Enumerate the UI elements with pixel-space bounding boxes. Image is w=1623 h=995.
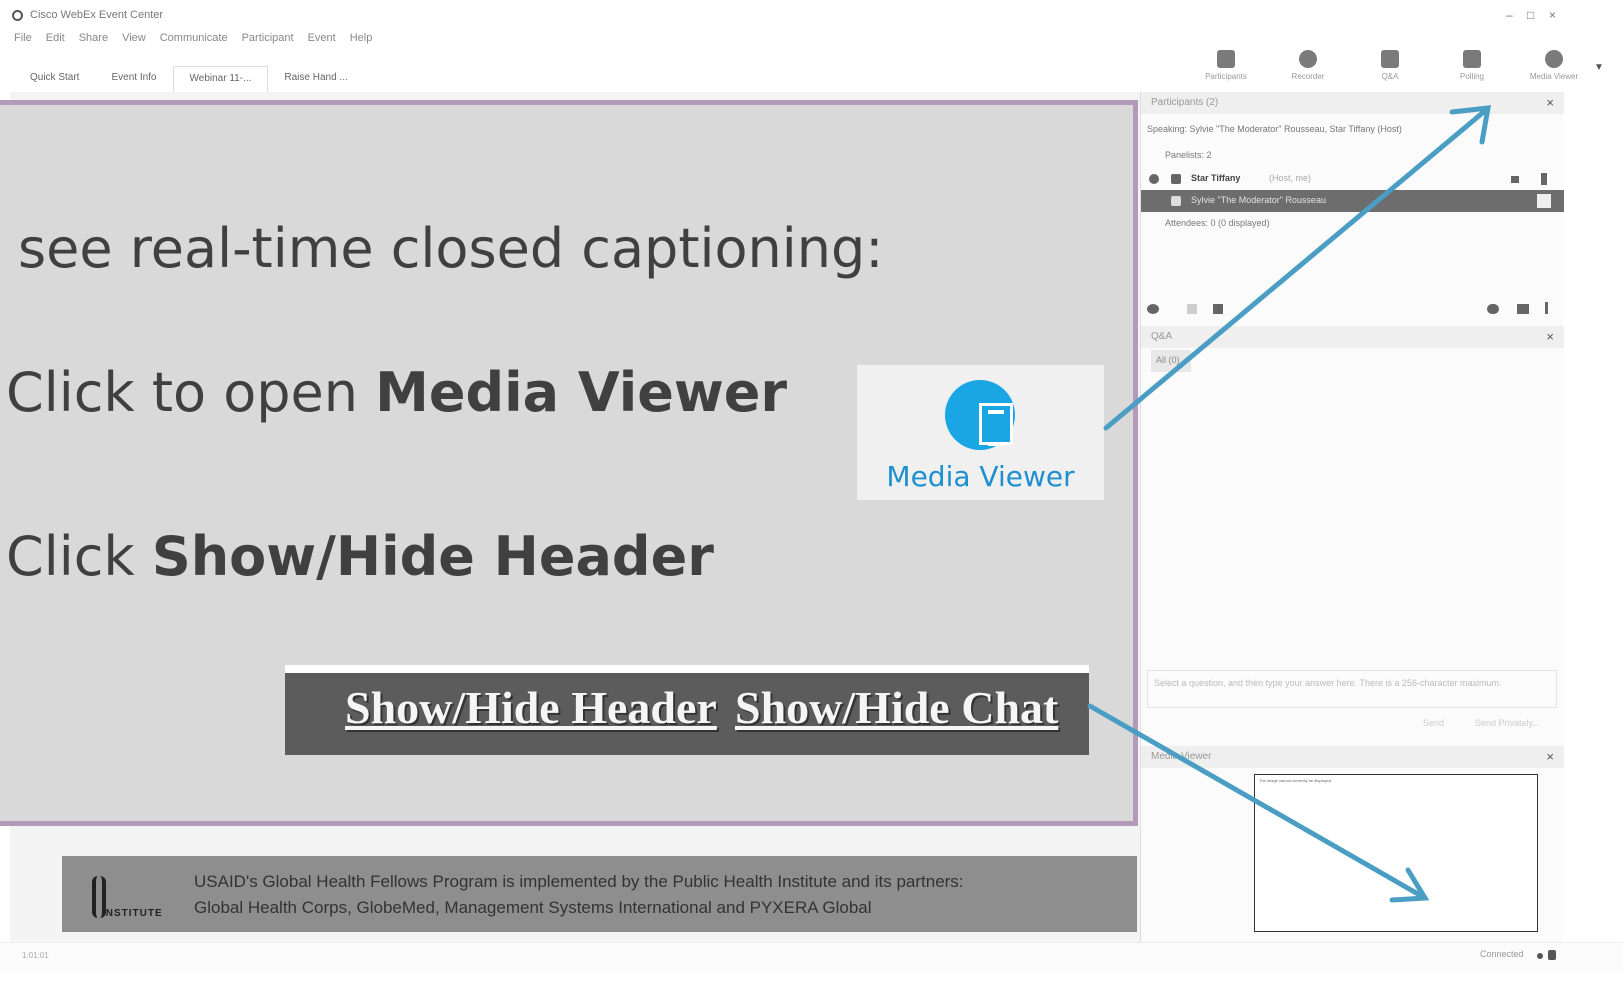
send-privately-button[interactable]: Send Privately... (1475, 718, 1540, 728)
panel-toolbar: Participants Recorder Q&A Polling Media … (1185, 50, 1595, 81)
menu-participant[interactable]: Participant (242, 32, 294, 52)
footer-line-2: Global Health Corps, GlobeMed, Managemen… (194, 898, 872, 917)
window-title: Cisco WebEx Event Center (30, 9, 164, 21)
tab-webinar[interactable]: Webinar 11-... (172, 66, 269, 92)
send-button[interactable]: Send (1423, 718, 1444, 728)
participants-icon (1217, 50, 1235, 68)
participants-panel-title: Participants (2) (1151, 97, 1219, 108)
menu-event[interactable]: Event (308, 32, 336, 52)
polling-label: Polling (1459, 72, 1484, 81)
mute-icon[interactable] (1187, 304, 1197, 314)
media-viewer-frame: The image cannot currently be displayed. (1254, 774, 1538, 932)
minimize-button[interactable]: – (1506, 8, 1513, 22)
media-viewer-panel-title: Media Viewer (1151, 751, 1212, 762)
participant-name: Star Tiffany (1191, 173, 1241, 183)
logo-text: INSTITUTE (102, 908, 163, 919)
instruction-line-2-bold: Media Viewer (375, 361, 788, 424)
slide-footer: INSTITUTE USAID's Global Health Fellows … (62, 856, 1137, 932)
session-tabs: Quick Start Event Info Webinar 11-... Ra… (14, 66, 364, 92)
participants-label: Participants (1205, 72, 1247, 81)
phone-icon (1171, 174, 1181, 184)
menu-help[interactable]: Help (350, 32, 373, 52)
media-viewer-error: The image cannot currently be displayed. (1259, 778, 1333, 783)
microphone-icon[interactable] (1537, 194, 1551, 208)
polling-icon (1463, 50, 1481, 68)
participant-name: Sylvie "The Moderator" Rousseau (1191, 195, 1326, 205)
qa-tab-all[interactable]: All (0) (1151, 350, 1191, 372)
invite-icon[interactable] (1147, 304, 1159, 314)
more-options-icon[interactable] (1545, 302, 1548, 314)
polling-button[interactable]: Polling (1431, 50, 1513, 81)
participants-button[interactable]: Participants (1185, 50, 1267, 81)
connection-indicator-icon (1537, 953, 1543, 959)
instruction-line-2-prefix: Click to open (6, 361, 376, 424)
close-media-viewer-icon[interactable]: × (1546, 749, 1554, 764)
attendees-label[interactable]: Attendees: 0 (0 displayed) (1165, 218, 1270, 228)
instruction-line-3-prefix: Click (6, 525, 152, 588)
speaking-indicator: Speaking: Sylvie "The Moderator" Roussea… (1147, 124, 1402, 134)
menu-communicate[interactable]: Communicate (160, 32, 228, 52)
qa-panel-title: Q&A (1151, 331, 1173, 342)
call-icon[interactable] (1213, 304, 1223, 314)
participants-panel-header[interactable]: Participants (2) × (1141, 92, 1564, 114)
chat-icon[interactable] (1487, 304, 1499, 314)
microphone-icon[interactable] (1541, 173, 1547, 185)
qa-answer-input[interactable]: Select a question, and then type your an… (1147, 670, 1557, 708)
media-viewer-callout-label: Media Viewer (886, 460, 1075, 493)
participant-controls (1147, 300, 1557, 318)
more-panels-chevron-icon[interactable]: ▼ (1594, 62, 1604, 73)
assign-presenter-icon[interactable] (1517, 304, 1529, 314)
instruction-line-3-bold: Show/Hide Header (151, 525, 714, 588)
recorder-icon (1299, 50, 1317, 68)
menu-file[interactable]: File (14, 32, 32, 52)
media-viewer-panel-header[interactable]: Media Viewer × (1141, 746, 1564, 768)
menu-share[interactable]: Share (79, 32, 108, 52)
webex-app-icon (12, 10, 23, 21)
close-qa-icon[interactable]: × (1546, 329, 1554, 344)
maximize-button[interactable]: □ (1527, 8, 1534, 22)
qa-panel-header[interactable]: Q&A × (1141, 326, 1564, 348)
instruction-line-1-text: see real-time closed captioning: (18, 217, 884, 280)
signal-icon (1511, 176, 1519, 183)
close-button[interactable]: × (1549, 8, 1556, 22)
side-panel: Participants (2) × Speaking: Sylvie "The… (1140, 92, 1564, 942)
tab-quick-start[interactable]: Quick Start (14, 66, 95, 92)
connection-status: Connected (1480, 949, 1524, 959)
qa-label: Q&A (1381, 72, 1399, 81)
media-viewer-callout: Media Viewer (857, 365, 1104, 500)
webex-status-icon (1149, 174, 1159, 184)
tab-raise-hand[interactable]: Raise Hand ... (268, 66, 363, 92)
status-bar: 1:01:01 Connected (0, 942, 1623, 972)
menu-bar: File Edit Share View Communicate Partici… (14, 32, 372, 52)
menu-edit[interactable]: Edit (46, 32, 65, 52)
qa-button[interactable]: Q&A (1349, 50, 1431, 81)
close-participants-icon[interactable]: × (1546, 95, 1554, 110)
media-viewer-icon (1545, 50, 1563, 68)
instruction-line-2: Click to open Media Viewer (6, 361, 787, 424)
lock-icon (1548, 950, 1556, 960)
footer-line-1: USAID's Global Health Fellows Program is… (194, 872, 964, 891)
media-viewer-button[interactable]: Media Viewer (1513, 50, 1595, 81)
instruction-line-1: see real-time closed captioning: (18, 217, 883, 280)
recorder-button[interactable]: Recorder (1267, 50, 1349, 81)
instruction-line-3: Click Show/Hide Header (6, 525, 714, 588)
title-bar: Cisco WebEx Event Center – □ × (0, 0, 1623, 30)
show-hide-chat-link[interactable]: Show/Hide Chat (735, 681, 1058, 734)
menu-view[interactable]: View (122, 32, 146, 52)
participant-row[interactable]: Sylvie "The Moderator" Rousseau (1141, 190, 1564, 212)
instruction-overlay: see real-time closed captioning: Click t… (0, 100, 1138, 826)
show-hide-header-link[interactable]: Show/Hide Header (345, 681, 717, 734)
panelists-label[interactable]: Panelists: 2 (1165, 150, 1212, 160)
phone-icon (1171, 196, 1181, 206)
show-hide-callout: Show/Hide Header Show/Hide Chat (285, 665, 1089, 755)
film-strip-icon (979, 403, 1013, 446)
media-viewer-label: Media Viewer (1529, 72, 1579, 81)
session-timer: 1:01:01 (22, 951, 49, 960)
participant-role: (Host, me) (1269, 173, 1312, 183)
tab-event-info[interactable]: Event Info (95, 66, 172, 92)
qa-icon (1381, 50, 1399, 68)
recorder-label: Recorder (1291, 72, 1325, 81)
participant-row[interactable]: Star Tiffany (Host, me) (1141, 168, 1564, 190)
